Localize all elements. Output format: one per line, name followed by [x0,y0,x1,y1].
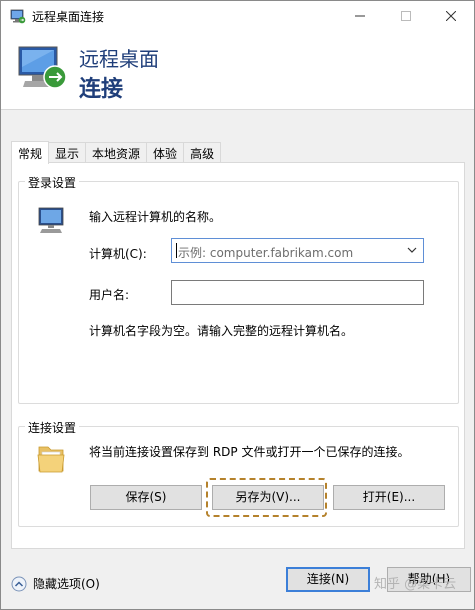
close-icon [446,11,456,21]
tab-experience[interactable]: 体验 [146,142,185,163]
save-button[interactable]: 保存(S) [90,485,202,510]
close-button[interactable] [428,1,474,31]
text-cursor [176,243,177,258]
maximize-button [383,1,429,31]
open-button[interactable]: 打开(E)... [333,485,445,510]
remote-desktop-small-icon [10,9,26,24]
header-title-line1: 远程桌面 [79,47,159,71]
header-banner: 远程桌面 连接 [1,31,474,109]
tab-general[interactable]: 常规 [11,141,50,164]
header-divider [1,109,474,110]
connection-settings-title: 连接设置 [25,419,80,436]
computer-icon [38,207,64,233]
empty-computer-warning: 计算机名字段为空。请输入完整的远程计算机名。 [89,324,354,338]
tab-display[interactable]: 显示 [48,142,87,163]
window-title: 远程桌面连接 [32,10,105,24]
connect-button[interactable]: 连接(N) [286,567,370,592]
username-field[interactable] [171,280,424,305]
folder-icon [37,446,65,473]
header-title-line2: 连接 [79,77,124,102]
computer-placeholder: 示例: computer.fabrikam.com [178,246,354,260]
chevron-up-circle-icon [11,576,27,591]
computer-combobox[interactable]: 示例: computer.fabrikam.com [171,238,424,263]
remote-desktop-icon [18,46,67,89]
watermark-text: 知乎 @菜卡云 [374,577,457,592]
maximize-icon [401,11,411,21]
minimize-button[interactable] [337,1,383,31]
login-settings-title: 登录设置 [25,174,80,191]
remote-desktop-window: 远程桌面连接 远程桌面 连接 常规 显示 本地资源 体验 高级 登录设置 输入远… [0,0,475,610]
connection-description: 将当前连接设置保存到 RDP 文件或打开一个已保存的连接。 [89,445,410,459]
chevron-down-icon[interactable] [406,244,418,256]
tab-advanced[interactable]: 高级 [183,142,222,163]
title-bar[interactable]: 远程桌面连接 [1,1,474,31]
computer-prompt: 输入远程计算机的名称。 [89,210,222,224]
username-label: 用户名: [89,288,130,302]
tab-local-resources[interactable]: 本地资源 [85,142,148,163]
hide-options-label: 隐藏选项(O) [33,577,100,591]
login-settings-group: 登录设置 输入远程计算机的名称。 计算机(C): 示例: computer.fa… [18,174,459,404]
hide-options-toggle[interactable]: 隐藏选项(O) [11,575,100,592]
computer-label: 计算机(C): [89,247,147,261]
save-as-highlight [206,478,327,517]
tab-strip: 常规 显示 本地资源 体验 高级 [11,141,222,164]
minimize-icon [355,15,365,17]
